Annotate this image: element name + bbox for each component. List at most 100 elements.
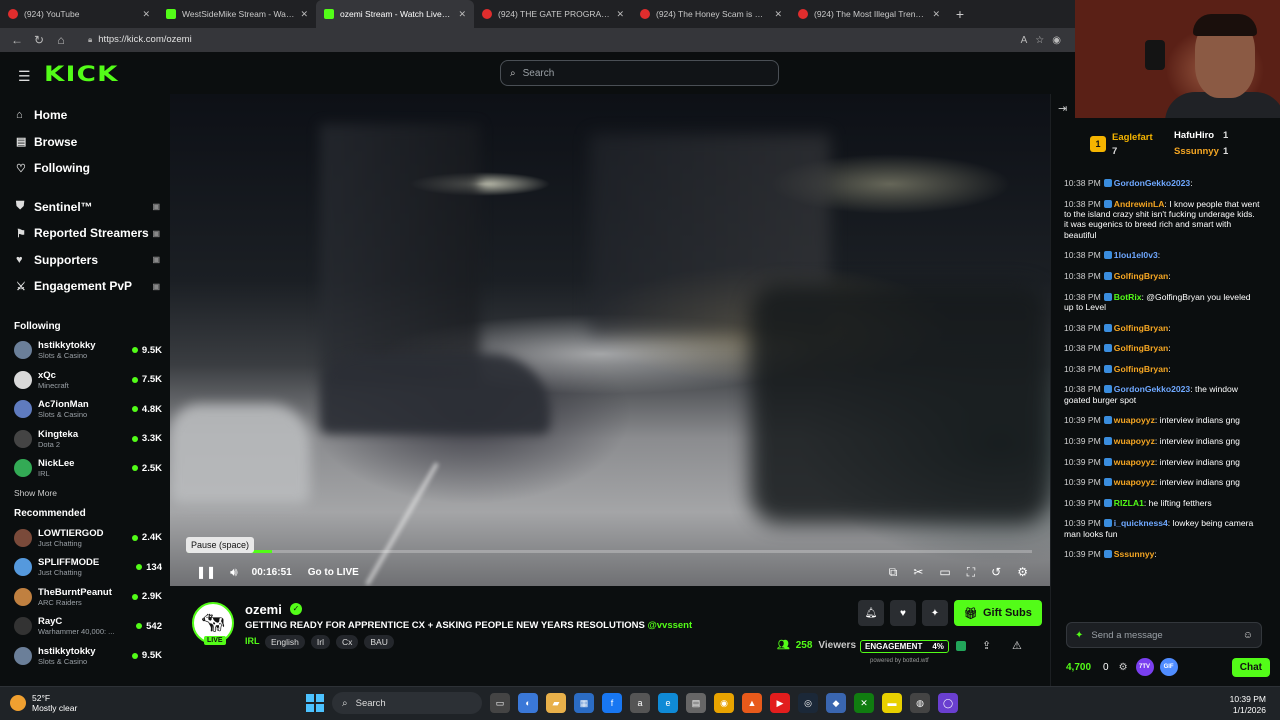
tag-pill[interactable]: Cx — [335, 635, 359, 649]
chat-username[interactable]: GolfingBryan — [1114, 271, 1168, 281]
channel-item[interactable]: Ac7ionMan Slots & Casino 4.8K — [0, 395, 170, 425]
obs-icon[interactable]: ◍ — [910, 693, 930, 713]
calculator-icon[interactable]: ▤ — [686, 693, 706, 713]
gift-subs-button[interactable]: 🎁︎ Gift Subs — [954, 600, 1042, 626]
pin-icon[interactable]: ▣ — [152, 255, 160, 264]
sidebar-item-following[interactable]: ♡ Following — [0, 155, 170, 182]
rewards-count[interactable]: 0 — [1103, 662, 1109, 673]
rewind-icon[interactable]: ↺ — [991, 565, 1001, 580]
stream-title-mention[interactable]: @vvssent — [647, 620, 692, 631]
chat-username[interactable]: wuapoyyz — [1114, 457, 1155, 467]
sidebar-item-browse[interactable]: ▤ Browse — [0, 129, 170, 156]
reload-icon[interactable]: ↻ — [28, 33, 50, 47]
sidebar-item-home[interactable]: ⌂ Home — [0, 102, 170, 129]
chat-username[interactable]: GolfingBryan — [1114, 343, 1168, 353]
leader-name[interactable]: Eaglefart — [1112, 132, 1153, 143]
channel-item[interactable]: xQc Minecraft 7.5K — [0, 365, 170, 395]
sidebar-item-engagement-pvp[interactable]: ⚔ Engagement PvP ▣ — [0, 273, 170, 300]
follow-heart-button[interactable]: ♥ — [890, 600, 916, 626]
home-icon[interactable]: ⌂ — [50, 33, 72, 47]
chat-settings-icon[interactable]: ⚙ — [1119, 662, 1128, 673]
kick-logo[interactable]: KICK — [44, 62, 119, 86]
close-tab-icon[interactable]: ✕ — [616, 9, 624, 20]
steam-icon[interactable]: ◎ — [798, 693, 818, 713]
emote-picker-icon[interactable]: ☺ — [1243, 630, 1253, 641]
channel-item[interactable]: RayC Warhammer 40,000: ... 542 — [0, 612, 170, 642]
copilot-icon[interactable]: ◐ — [518, 693, 538, 713]
pin-icon[interactable]: ▣ — [152, 282, 160, 291]
chat-username[interactable]: GolfingBryan — [1114, 323, 1168, 333]
system-clock[interactable]: 10:39 PM 1/1/2026 — [1230, 694, 1266, 716]
browser-tab[interactable]: (924) THE GATE PROGRAM: Were ✕ — [474, 0, 632, 28]
chat-username[interactable]: GordonGekko2023 — [1114, 384, 1190, 394]
report-warning-icon[interactable]: ⚠ — [1012, 639, 1022, 652]
file-explorer-icon[interactable]: ▰ — [546, 693, 566, 713]
weather-widget[interactable]: 52°F Mostly clear — [10, 693, 77, 713]
facebook-icon[interactable]: f — [602, 693, 622, 713]
store-icon[interactable]: ▦ — [574, 693, 594, 713]
tag-pill[interactable]: BAU — [364, 635, 394, 649]
chat-username[interactable]: wuapoyyz — [1114, 477, 1155, 487]
chat-username[interactable]: AndrewinLA — [1114, 199, 1165, 209]
streamer-name[interactable]: ozemi — [245, 602, 282, 617]
pip-icon[interactable]: ⧉ — [889, 565, 898, 580]
sidebar-item-reported-streamers[interactable]: ⚑ Reported Streamers ▣ — [0, 220, 170, 247]
taskbar-search[interactable]: ⌕ Search — [332, 692, 482, 714]
share-icon[interactable]: ⇪ — [982, 639, 991, 652]
xbox-icon[interactable]: ✕ — [854, 693, 874, 713]
tag-pill[interactable]: Irl — [310, 635, 330, 649]
close-tab-icon[interactable]: ✕ — [142, 9, 150, 20]
app-icon[interactable]: ◆ — [826, 693, 846, 713]
task-view-icon[interactable]: ▭ — [490, 693, 510, 713]
url-field[interactable]: 🔒︎ https://kick.com/ozemi — [80, 31, 1021, 49]
search-input[interactable]: ⌕ Search — [500, 60, 779, 86]
channel-points[interactable]: 4,700 — [1066, 662, 1091, 673]
amazon-icon[interactable]: a — [630, 693, 650, 713]
video-player[interactable]: Pause (space) ❚❚ 🔊︎ 00:16:51 Go to LIVE … — [170, 94, 1050, 586]
channel-item[interactable]: hstikkytokky Slots & Casino 9.5K — [0, 336, 170, 366]
chat-username[interactable]: GordonGekko2023 — [1114, 178, 1190, 188]
channel-item[interactable]: TheBurntPeanut ARC Raiders 2.9K — [0, 582, 170, 612]
channel-item[interactable]: hstikkytokky Slots & Casino 9.5K — [0, 641, 170, 671]
youtube-app-icon[interactable]: ▶ — [770, 693, 790, 713]
chat-username[interactable]: i_quickness4 — [1114, 518, 1168, 528]
boost-button[interactable]: ✦ — [922, 600, 948, 626]
new-tab-button[interactable]: + — [948, 6, 972, 22]
engagement-extension-icon[interactable] — [956, 641, 966, 651]
leader-name[interactable]: HafuHiro — [1174, 130, 1214, 141]
chat-username[interactable]: GolfingBryan — [1114, 364, 1168, 374]
back-icon[interactable]: ← — [6, 33, 28, 47]
pin-icon[interactable]: ▣ — [152, 202, 160, 211]
browser-tab-active[interactable]: ozemi Stream - Watch Live on Kick ✕ — [316, 0, 474, 28]
collapse-chat-icon[interactable]: ⇥ — [1058, 102, 1067, 115]
chat-username[interactable]: RIZLA1 — [1114, 498, 1144, 508]
channel-item[interactable]: Kingteka Dota 2 3.3K — [0, 424, 170, 454]
browser-tab[interactable]: (924) The Honey Scam is Worse Th ✕ — [632, 0, 790, 28]
chat-username[interactable]: 1lou1el0v3 — [1114, 250, 1158, 260]
favorite-star-icon[interactable]: ☆ — [1035, 35, 1044, 46]
show-more-link[interactable]: Show More — [0, 483, 170, 505]
fullscreen-icon[interactable]: ⛶ — [967, 565, 975, 580]
notes-icon[interactable]: ▬ — [882, 693, 902, 713]
close-tab-icon[interactable]: ✕ — [300, 9, 308, 20]
chat-username[interactable]: BotRix — [1114, 292, 1142, 302]
app-icon[interactable]: ◯ — [938, 693, 958, 713]
read-aloud-icon[interactable]: A — [1021, 35, 1028, 46]
go-to-live-button[interactable]: Go to LIVE — [308, 567, 359, 578]
menu-icon[interactable]: ☰ — [18, 68, 31, 85]
browser-tab[interactable]: (924) The Most Illegal Trend Of 20 ✕ — [790, 0, 948, 28]
chat-username[interactable]: wuapoyyz — [1114, 436, 1155, 446]
channel-item[interactable]: SPLIFFMODE Just Chatting 134 — [0, 553, 170, 583]
leader-name[interactable]: Sssunnyy — [1174, 146, 1219, 157]
browser-tab[interactable]: WestSideMike Stream - Watch Live on Kick… — [158, 0, 316, 28]
gif-extension-icon[interactable]: GIF — [1159, 658, 1178, 676]
close-tab-icon[interactable]: ✕ — [774, 9, 782, 20]
seek-bar[interactable] — [188, 550, 1032, 553]
browser-tab[interactable]: (924) YouTube ✕ — [0, 0, 158, 28]
windows-start-icon[interactable] — [306, 694, 324, 712]
channel-item[interactable]: LOWTIERGOD Just Chatting 2.4K — [0, 523, 170, 553]
chat-input[interactable]: ✦ Send a message ☺ — [1066, 622, 1262, 648]
chat-username[interactable]: wuapoyyz — [1114, 415, 1155, 425]
sidebar-item-supporters[interactable]: ♥ Supporters ▣ — [0, 247, 170, 274]
send-chat-button[interactable]: Chat — [1231, 657, 1270, 677]
